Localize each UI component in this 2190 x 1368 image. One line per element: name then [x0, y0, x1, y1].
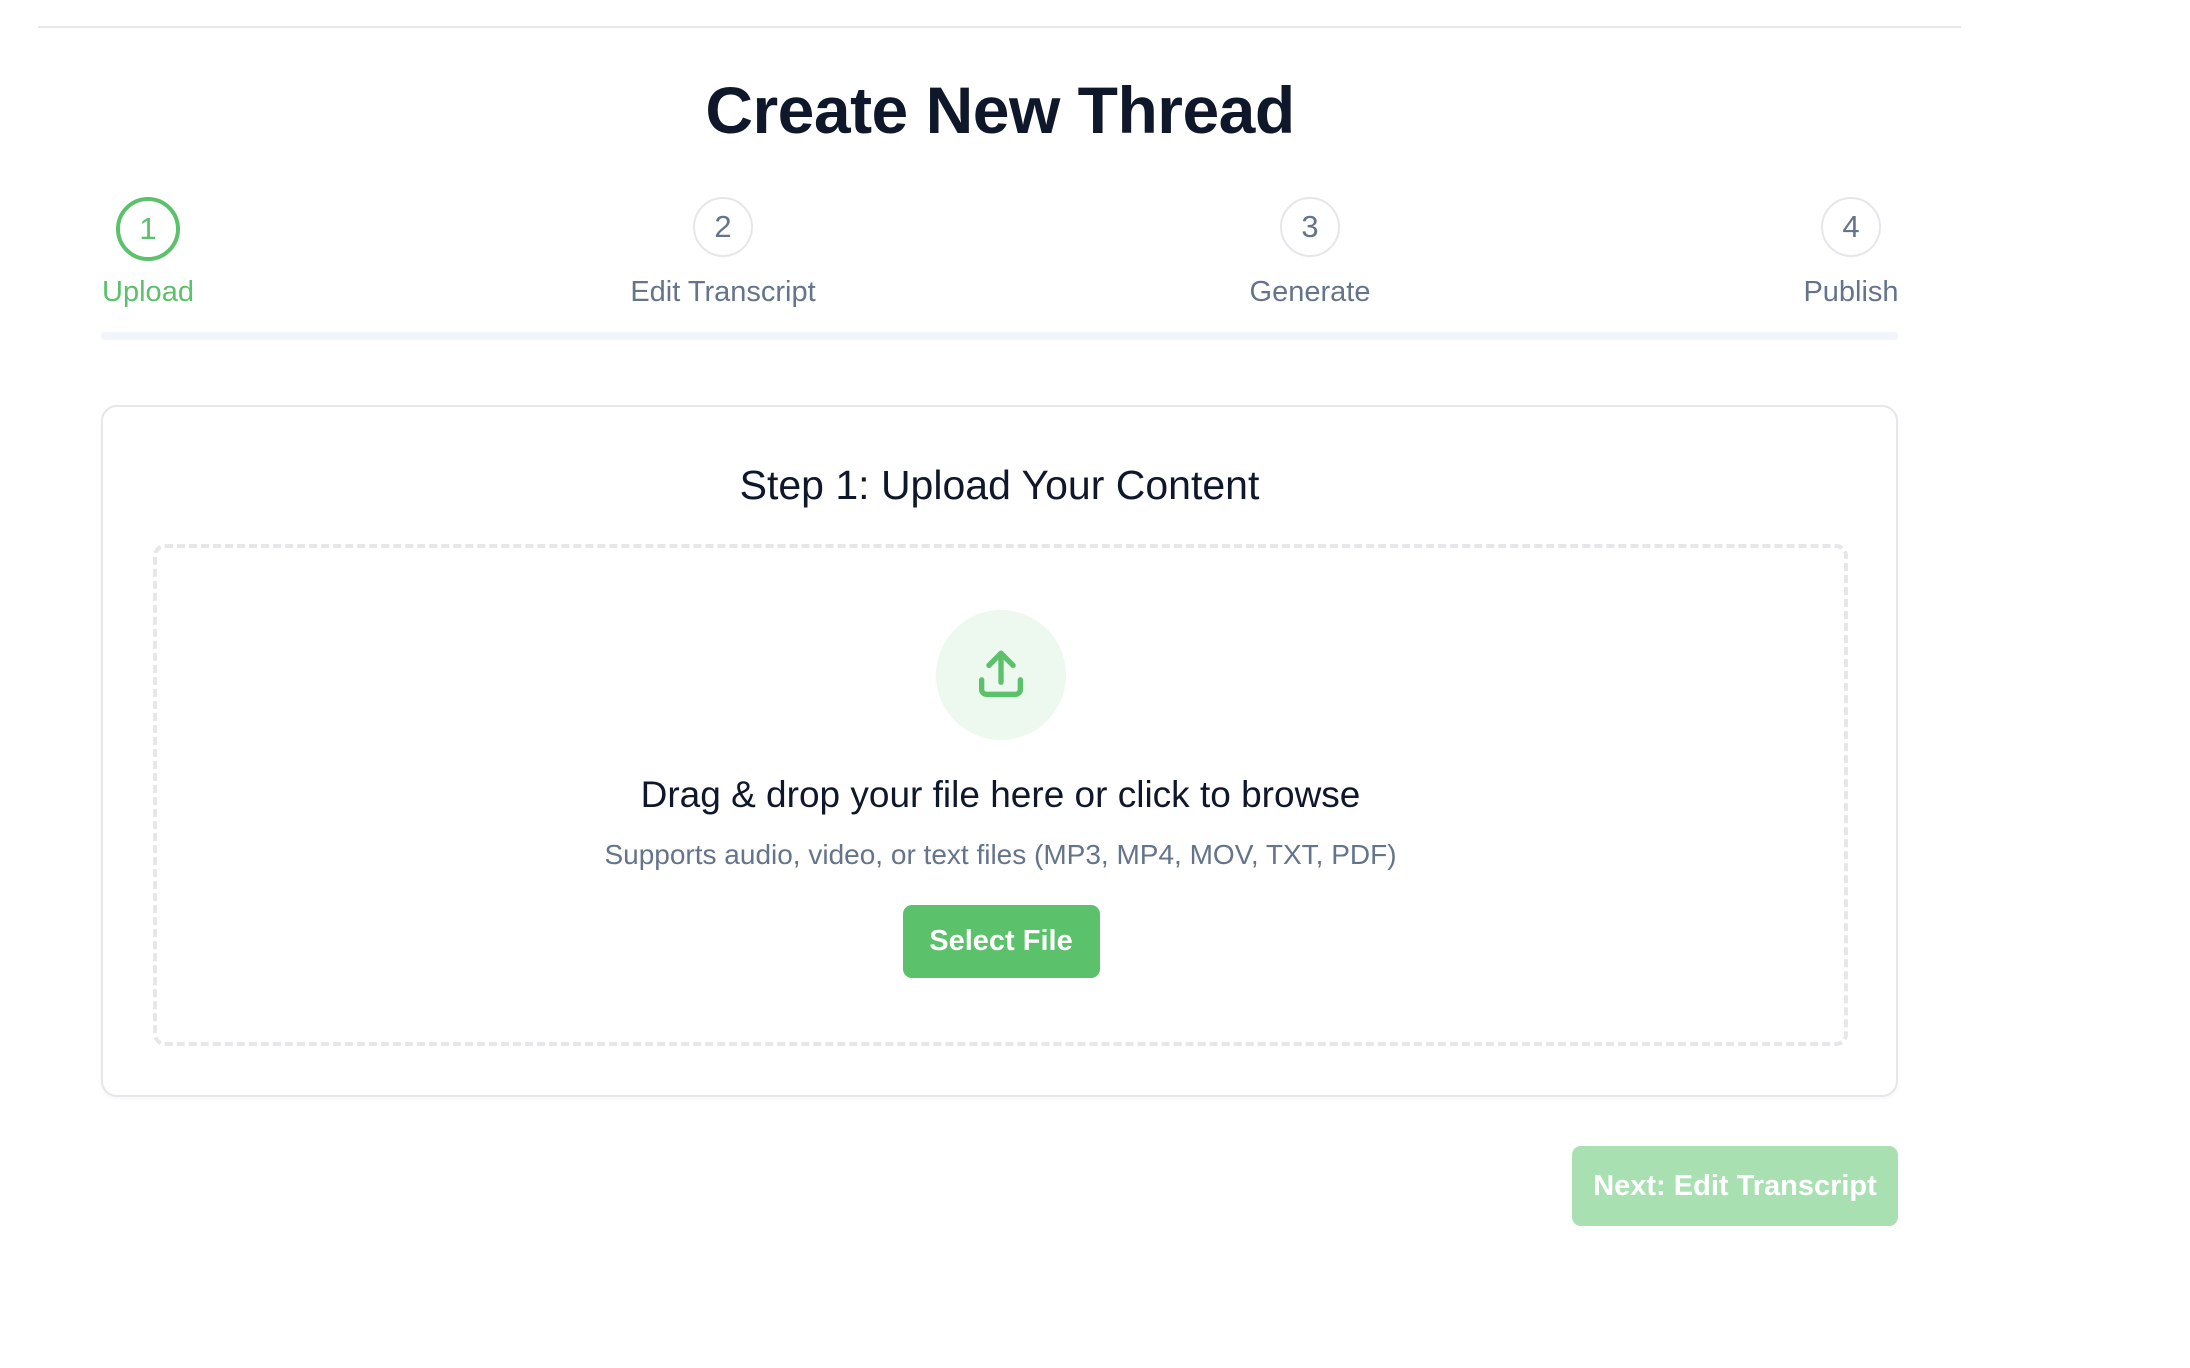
stepper: 1 Upload 2 Edit Transcript 3 Generate 4 … [101, 197, 1899, 342]
step-publish[interactable]: 4 Publish [1701, 197, 2001, 312]
upload-card: Step 1: Upload Your Content Drag & drop … [101, 405, 1898, 1097]
stepper-progress-track [101, 332, 1898, 340]
step-generate[interactable]: 3 Generate [1160, 197, 1460, 312]
step-number: 1 [116, 197, 180, 261]
step-label: Edit Transcript [630, 276, 816, 308]
file-dropzone[interactable]: Drag & drop your file here or click to b… [153, 544, 1848, 1046]
dropzone-title: Drag & drop your file here or click to b… [640, 774, 1361, 815]
card-title: Step 1: Upload Your Content [739, 462, 1260, 508]
step-number: 2 [693, 197, 753, 257]
step-number: 4 [1821, 197, 1881, 257]
top-divider [38, 26, 1961, 28]
step-label: Publish [1803, 276, 1899, 308]
step-label: Generate [1249, 276, 1371, 308]
step-edit-transcript[interactable]: 2 Edit Transcript [573, 197, 873, 312]
step-number: 3 [1280, 197, 1340, 257]
upload-icon [935, 610, 1066, 740]
step-upload[interactable]: 1 Upload [0, 197, 298, 312]
next-edit-transcript-button[interactable]: Next: Edit Transcript [1572, 1146, 1898, 1226]
select-file-button[interactable]: Select File [902, 905, 1100, 978]
page-title: Create New Thread [705, 73, 1295, 147]
dropzone-supported-formats: Supports audio, video, or text files (MP… [604, 839, 1397, 870]
step-label: Upload [102, 276, 194, 308]
